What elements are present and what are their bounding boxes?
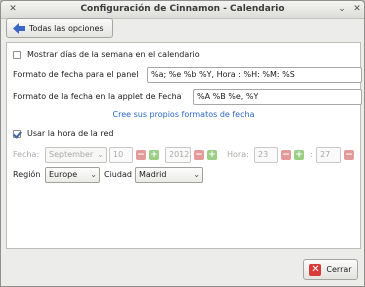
show-weekdays-checkbox[interactable] xyxy=(13,50,21,59)
left-arrow-icon xyxy=(13,22,25,34)
city-value: Madrid xyxy=(139,170,167,179)
applet-format-label: Formato de la fecha en la applet de Fech… xyxy=(13,92,182,101)
all-settings-button[interactable]: Todas las opciones xyxy=(6,18,113,38)
day-minus-icon[interactable]: − xyxy=(136,150,146,160)
region-value: Europe xyxy=(49,170,78,179)
panel-format-label: Formato de fecha para el panel xyxy=(13,70,139,79)
year-plus-icon[interactable]: + xyxy=(207,150,217,160)
show-weekdays-row[interactable]: Mostrar días de la semana en el calendar… xyxy=(13,50,200,59)
network-time-label: Usar la hora de la red xyxy=(27,129,114,138)
settings-panel: Mostrar días de la semana en el calendar… xyxy=(6,42,362,249)
city-combo[interactable]: Madrid ⌄ xyxy=(135,167,203,183)
all-settings-label: Todas las opciones xyxy=(29,23,104,33)
applet-format-input[interactable]: %A %B %e, %Y xyxy=(193,89,362,105)
window-title: Configuración de Cinnamon - Calendario xyxy=(80,4,285,14)
close-icon: ✕ xyxy=(309,263,322,276)
day-spinner[interactable]: 10 xyxy=(109,147,133,163)
chevron-down-icon: ⌄ xyxy=(97,150,104,159)
hour-plus-icon[interactable]: + xyxy=(294,150,304,160)
year-minus-icon[interactable]: − xyxy=(194,150,204,160)
chevron-down-icon: ⌄ xyxy=(90,170,97,179)
close-button[interactable]: ✕ Cerrar xyxy=(303,259,358,280)
time-label: Hora: xyxy=(227,150,249,159)
chevron-down-icon: ⌄ xyxy=(193,170,200,179)
network-time-row[interactable]: Usar la hora de la red xyxy=(13,129,113,138)
custom-formats-link[interactable]: Cree sus propios formatos de fecha xyxy=(7,110,360,119)
settings-window: ✕ Configuración de Cinnamon - Calendario… xyxy=(0,0,365,287)
close-window-icon[interactable]: ✕ xyxy=(351,3,363,15)
title-bar[interactable]: ✕ Configuración de Cinnamon - Calendario… xyxy=(1,1,364,19)
close-button-label: Cerrar xyxy=(326,265,352,274)
network-time-checkbox[interactable] xyxy=(13,129,21,138)
minute-spinner[interactable]: 27 xyxy=(316,147,341,163)
year-spinner[interactable]: 2012 xyxy=(165,147,191,163)
month-combo[interactable]: September ⌄ xyxy=(45,147,107,163)
month-value: September xyxy=(49,150,94,159)
hour-minus-icon[interactable]: − xyxy=(281,150,291,160)
city-label: Ciudad xyxy=(104,170,132,179)
panel-format-input[interactable]: %a; %e %b %Y, Hora : %H: %M: %S xyxy=(147,67,362,83)
day-plus-icon[interactable]: + xyxy=(149,150,159,160)
region-combo[interactable]: Europe ⌄ xyxy=(45,167,100,183)
minimize-icon[interactable]: ⌄ xyxy=(336,3,348,15)
minute-minus-icon[interactable]: − xyxy=(344,150,354,160)
time-separator: : xyxy=(310,150,313,159)
region-label: Región xyxy=(13,170,41,179)
hour-spinner[interactable]: 23 xyxy=(254,147,278,163)
show-weekdays-label: Mostrar días de la semana en el calendar… xyxy=(27,50,200,59)
date-label: Fecha: xyxy=(13,150,40,159)
